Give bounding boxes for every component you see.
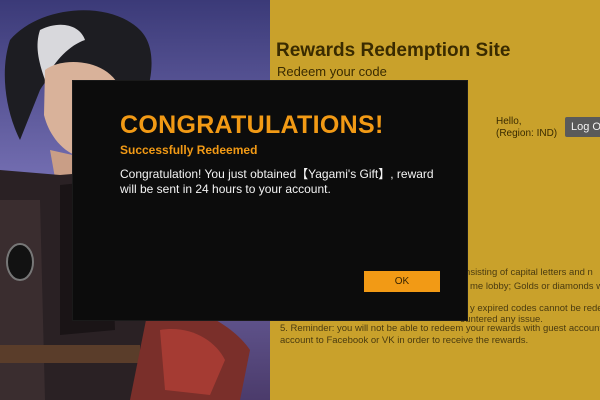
site-subtitle: Redeem your code [277,64,387,79]
notice-line-2: me lobby; Golds or diamonds wi [470,281,600,292]
reminder-line-2: account to Facebook or VK in order to re… [280,335,529,346]
modal-heading: CONGRATULATIONS! [120,111,384,139]
reminder-text: 5. Reminder: you will not be able to red… [280,323,600,347]
modal-subheading: Successfully Redeemed [120,143,258,157]
site-title: Rewards Redemption Site [276,40,511,61]
modal-message: Congratulation! You just obtained【Yagami… [120,167,434,196]
notice-line-1: consisting of capital letters and n [455,267,593,278]
user-greeting: Hello, (Region: IND) [496,116,557,140]
hello-label: Hello, [496,116,522,127]
logout-button[interactable]: Log O [565,117,600,137]
region-label: (Region: IND) [496,128,558,139]
ok-button[interactable]: OK [364,271,440,292]
notice-line-3: y expired codes cannot be redee [470,303,600,314]
reminder-line-1: 5. Reminder: you will not be able to red… [280,323,600,334]
success-modal: CONGRATULATIONS! Successfully Redeemed C… [73,81,467,320]
